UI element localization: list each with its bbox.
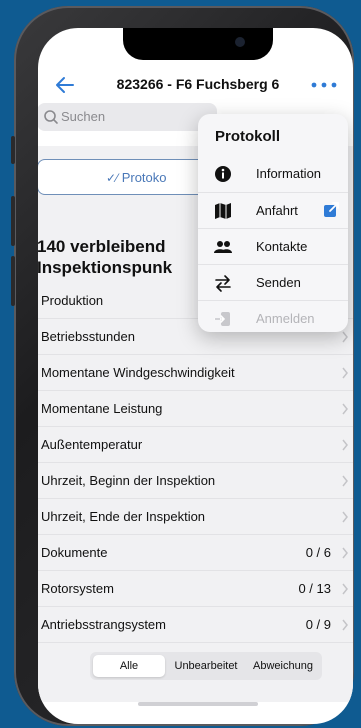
segment-all[interactable]: Alle [93,655,165,677]
list-item-label: Uhrzeit, Beginn der Inspektion [41,473,216,488]
filter-segmented-control: Alle Unbearbeitet Abweichung [90,652,322,680]
list-item-count: 0 / 6 [305,545,331,560]
search-icon [44,110,58,124]
contacts-icon [214,241,232,253]
navigation-bar: 823266 - F6 Fuchsberg 6 [38,68,353,104]
phone-frame: 823266 - F6 Fuchsberg 6 Suchen ✓⁄ Protok… [11,6,354,726]
menu-item-label: Senden [256,275,301,290]
list-item[interactable]: Momentane Windgeschwindigkeit [38,355,353,391]
menu-item-label: Anmelden [256,311,315,326]
info-icon [215,166,231,182]
chevron-right-icon [342,547,348,559]
list-item-count: 0 / 9 [305,617,331,632]
list-item-label: Antriebsstrangsystem [41,617,166,632]
list-item[interactable]: Momentane Leistung [38,391,353,427]
notch [123,28,273,60]
chevron-right-icon [342,583,348,595]
protocol-menu: Protokoll Information Anfahrt Kontakte S… [198,114,348,332]
menu-item-contacts[interactable]: Kontakte [198,228,348,264]
menu-item-label: Kontakte [256,239,308,254]
menu-item-label: Anfahrt [256,203,298,218]
signature-icon: ✓⁄ [106,171,119,185]
menu-item-directions[interactable]: Anfahrt [198,192,348,228]
more-options-icon[interactable] [310,80,338,90]
menu-title: Protokoll [215,128,281,145]
list-item[interactable]: Dokumente 0 / 6 [38,535,353,571]
list-item[interactable]: Uhrzeit, Beginn der Inspektion [38,463,353,499]
list-item-label: Außentemperatur [41,437,143,452]
list-item-label: Produktion [41,293,104,308]
login-icon [214,312,230,326]
page-title: 823266 - F6 Fuchsberg 6 [116,76,280,92]
external-link-icon[interactable] [322,201,340,219]
menu-item-information[interactable]: Information [198,156,348,192]
list-item[interactable]: Uhrzeit, Ende der Inspektion [38,499,353,535]
protocol-button-label: ✓⁄ Protoko [106,170,167,185]
inspection-list: Produktion Betriebsstunden Momentane Win… [38,283,353,643]
chevron-right-icon [342,403,348,415]
list-item[interactable]: Antriebsstrangsystem 0 / 9 [38,607,353,643]
map-icon [215,203,231,219]
mute-switch [11,136,15,164]
menu-item-send[interactable]: Senden [198,264,348,300]
list-item-count: 0 / 13 [298,581,331,596]
list-item-label: Momentane Leistung [41,401,163,416]
list-item-label: Uhrzeit, Ende der Inspektion [41,509,206,524]
menu-item-label: Information [256,166,322,181]
volume-down-button [11,256,15,306]
menu-item-login: Anmelden [198,300,348,336]
app-screen: 823266 - F6 Fuchsberg 6 Suchen ✓⁄ Protok… [38,28,353,724]
chevron-right-icon [342,367,348,379]
home-indicator [138,702,258,706]
back-arrow-icon[interactable] [54,74,76,96]
segment-deviation[interactable]: Abweichung [247,655,319,677]
list-item-label: Momentane Windgeschwindigkeit [41,365,235,380]
list-item-label: Rotorsystem [41,581,114,596]
camera-icon [235,37,245,47]
list-item[interactable]: Rotorsystem 0 / 13 [38,571,353,607]
chevron-right-icon [342,511,348,523]
chevron-right-icon [342,439,348,451]
chevron-right-icon [342,619,348,631]
search-placeholder: Suchen [61,109,106,124]
list-item-label: Dokumente [41,545,108,560]
search-input[interactable]: Suchen [38,103,217,131]
list-item-label: Betriebsstunden [41,329,135,344]
volume-up-button [11,196,15,246]
segment-unedited[interactable]: Unbearbeitet [167,655,245,677]
chevron-right-icon [342,475,348,487]
send-icon [215,275,231,292]
list-item[interactable]: Außentemperatur [38,427,353,463]
